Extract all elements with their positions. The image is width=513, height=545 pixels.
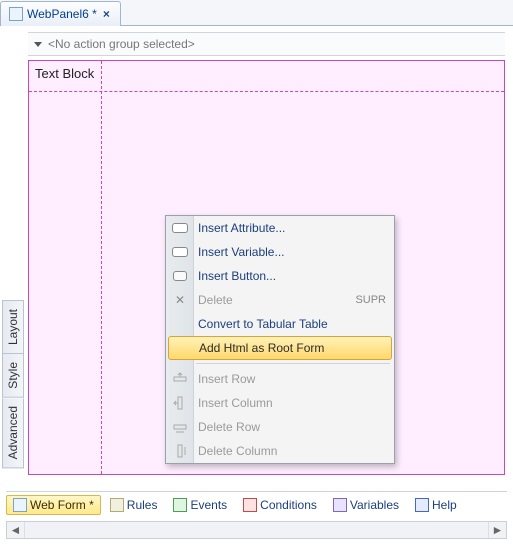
bottom-tabs: Web Form * Rules Events Conditions Varia… [6, 491, 507, 515]
delete-row-icon [171, 419, 189, 435]
tab-variables[interactable]: Variables [326, 495, 406, 515]
tab-label: Variables [350, 498, 399, 512]
tab-label: Rules [127, 498, 158, 512]
tab-conditions[interactable]: Conditions [236, 495, 324, 515]
tab-style[interactable]: Style [2, 354, 24, 398]
action-group-text: <No action group selected> [48, 37, 195, 51]
menu-delete-row: Delete Row [166, 415, 394, 439]
tab-label: Conditions [260, 498, 317, 512]
document-tab-title: WebPanel6 * [27, 7, 97, 21]
conditions-icon [243, 498, 257, 512]
tab-label: Events [190, 498, 227, 512]
menu-delete: Delete SUPR [166, 288, 394, 312]
menu-insert-button[interactable]: Insert Button... [166, 264, 394, 288]
action-group-bar[interactable]: <No action group selected> [28, 32, 505, 56]
text-block-label[interactable]: Text Block [35, 66, 94, 81]
chevron-down-icon [34, 42, 42, 47]
menu-insert-row: Insert Row [166, 367, 394, 391]
button-icon [171, 268, 189, 284]
menu-label: Delete Column [198, 444, 277, 458]
menu-label: Convert to Tabular Table [198, 317, 328, 331]
tab-label: Help [432, 498, 457, 512]
menu-label: Insert Column [198, 396, 273, 410]
menu-insert-variable[interactable]: Insert Variable... [166, 240, 394, 264]
delete-column-icon [171, 443, 189, 459]
tab-help[interactable]: Help [408, 495, 464, 515]
menu-label: Add Html as Root Form [199, 341, 324, 355]
tab-label: Web Form * [30, 498, 94, 512]
left-vertical-tabs: Advanced Style Layout [2, 300, 24, 468]
help-icon [415, 498, 429, 512]
tab-layout[interactable]: Layout [2, 300, 24, 354]
tab-web-form[interactable]: Web Form * [6, 495, 101, 515]
menu-label: Insert Variable... [198, 245, 284, 259]
horizontal-scrollbar[interactable]: ◄ ► [6, 521, 507, 539]
scroll-right-arrow[interactable]: ► [488, 522, 506, 538]
menu-insert-attribute[interactable]: Insert Attribute... [166, 216, 394, 240]
context-menu: Insert Attribute... Insert Variable... I… [165, 215, 395, 464]
insert-row-icon [171, 371, 189, 387]
menu-shortcut: SUPR [355, 294, 386, 306]
webform-icon [13, 498, 27, 512]
menu-convert-tabular[interactable]: Convert to Tabular Table [166, 312, 394, 336]
close-icon[interactable]: × [101, 7, 112, 21]
webpanel-icon [9, 7, 23, 21]
menu-label: Insert Row [198, 372, 255, 386]
menu-label: Insert Button... [198, 269, 276, 283]
scroll-left-arrow[interactable]: ◄ [7, 522, 25, 538]
attribute-icon [171, 220, 189, 236]
variables-icon [333, 498, 347, 512]
menu-add-html-root[interactable]: Add Html as Root Form [168, 336, 392, 360]
menu-separator [196, 363, 390, 364]
variable-icon [171, 244, 189, 260]
tab-rules[interactable]: Rules [103, 495, 165, 515]
menu-delete-column: Delete Column [166, 439, 394, 463]
insert-column-icon [171, 395, 189, 411]
delete-icon [171, 292, 189, 308]
document-tabs: WebPanel6 * × [0, 0, 513, 26]
document-tab-webpanel6[interactable]: WebPanel6 * × [0, 1, 121, 26]
rules-icon [110, 498, 124, 512]
tab-advanced[interactable]: Advanced [2, 398, 24, 468]
menu-label: Delete Row [198, 420, 260, 434]
menu-label: Insert Attribute... [198, 221, 285, 235]
events-icon [173, 498, 187, 512]
menu-insert-column: Insert Column [166, 391, 394, 415]
tab-events[interactable]: Events [166, 495, 234, 515]
menu-label: Delete [198, 293, 233, 307]
